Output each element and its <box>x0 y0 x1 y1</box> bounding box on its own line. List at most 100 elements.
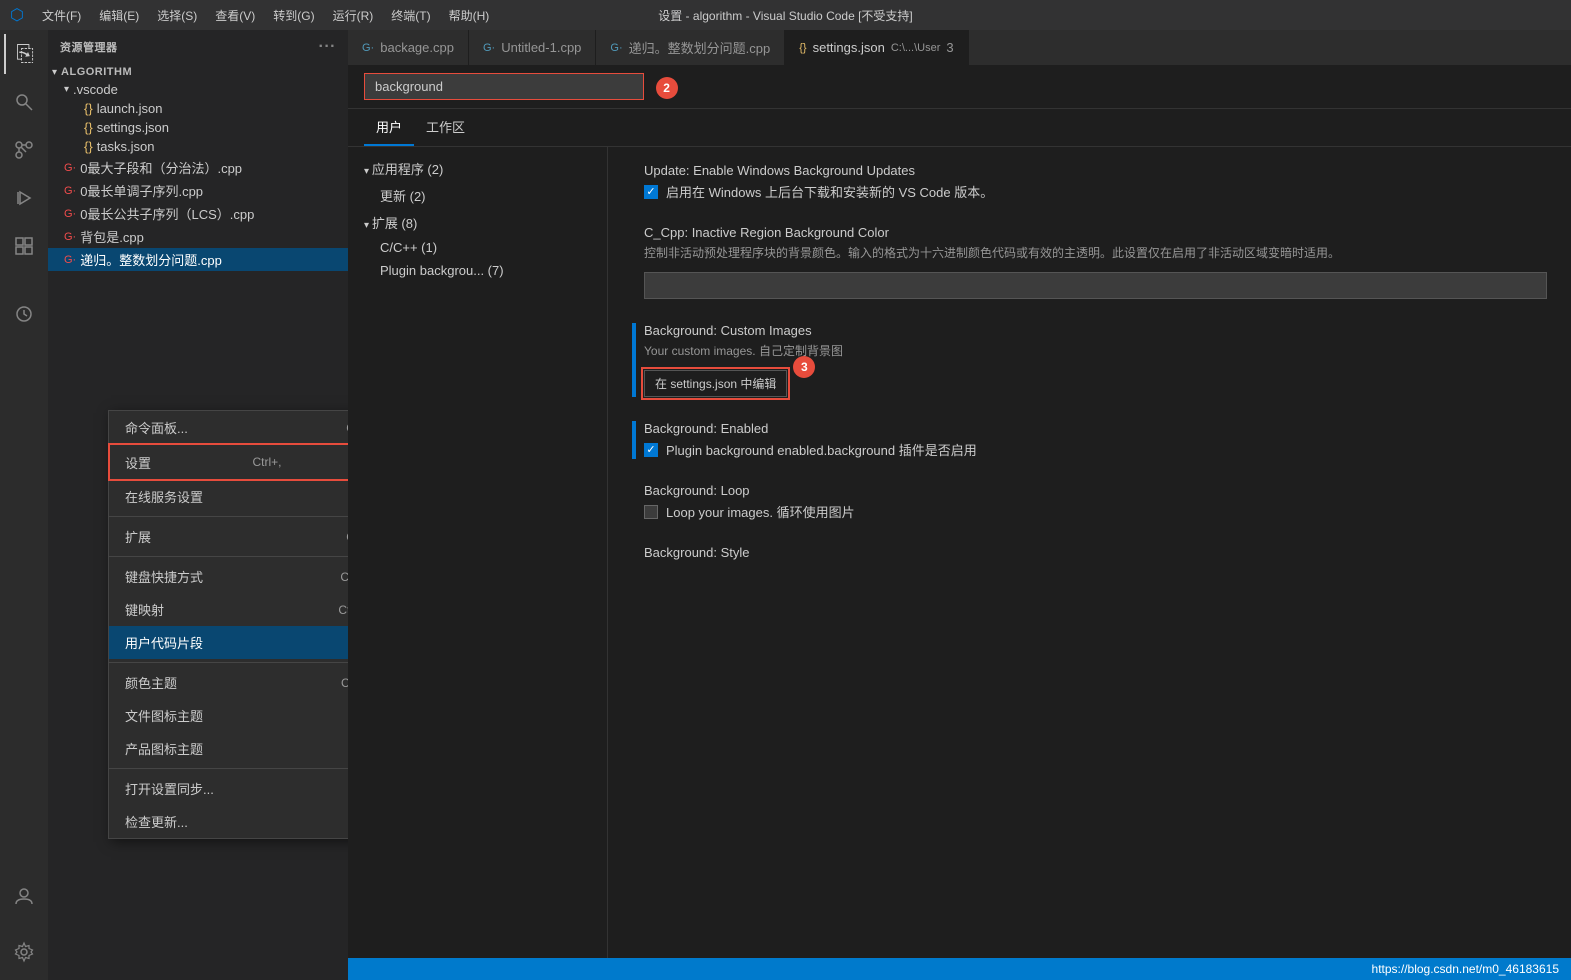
setting-bg-loop-label: Loop your images. 循环使用图片 <box>666 502 855 521</box>
settings-tree-plugin[interactable]: Plugin backgrou... (7) <box>348 259 607 282</box>
context-menu-online-services[interactable]: 在线服务设置 <box>109 480 348 513</box>
setting-update-checkbox-row: ✓ 启用在 Windows 上后台下载和安装新的 VS Code 版本。 <box>644 182 1547 201</box>
setting-update-checkbox[interactable]: ✓ <box>644 185 658 199</box>
tab-cpp-icon3: G· <box>610 42 622 54</box>
context-menu-keymap[interactable]: 键映射 Ctrl+K Ctrl+M <box>109 593 348 626</box>
context-menu-keymap-label: 键映射 <box>125 600 164 619</box>
vscode-logo: ⬡ <box>10 5 24 25</box>
context-menu-settings-shortcut: Ctrl+, <box>253 455 282 469</box>
tab-bar: G· backage.cpp G· Untitled-1.cpp G· 递归。整… <box>348 30 1571 65</box>
setting-cpp-input[interactable] <box>644 272 1547 299</box>
bottom-url: https://blog.csdn.net/m0_46183615 <box>1372 962 1559 976</box>
title-bar: ⬡ 文件(F) 编辑(E) 选择(S) 查看(V) 转到(G) 运行(R) 终端… <box>0 0 1571 30</box>
menu-terminal[interactable]: 终端(T) <box>383 3 438 28</box>
settings-tab-workspace[interactable]: 工作区 <box>414 109 477 146</box>
tab-untitled-cpp[interactable]: G· Untitled-1.cpp <box>469 30 596 65</box>
context-menu-divider1 <box>109 516 348 517</box>
activity-explorer[interactable]: ⎘ <box>4 34 44 74</box>
context-menu-color-theme[interactable]: 颜色主题 Ctrl+K Ctrl+T <box>109 666 348 699</box>
settings-tabs: 用户 工作区 <box>348 109 1571 147</box>
setting-bg-enabled: Background: Enabled ✓ Plugin background … <box>632 421 1547 459</box>
context-menu-overlay: 命令面板... Ctrl+Shift+P 设置 Ctrl+, 1 在线服务设置 … <box>48 30 348 980</box>
settings-tree-updates[interactable]: 更新 (2) <box>348 182 607 209</box>
tab-cpp-icon2: G· <box>483 42 495 54</box>
sidebar: 资源管理器 ··· ▾ ALGORITHM ▾ .vscode {} launc… <box>48 30 348 980</box>
setting-bg-loop-title: Background: Loop <box>644 483 1547 498</box>
edit-button-wrapper: 在 settings.json 中编辑 3 <box>644 366 787 397</box>
tab-settings-path: C:\...\User <box>891 42 941 54</box>
context-menu-extensions[interactable]: 扩展 Ctrl+Shift+X <box>109 520 348 553</box>
context-menu-extensions-label: 扩展 <box>125 527 151 546</box>
settings-tab-user[interactable]: 用户 <box>364 109 414 146</box>
setting-cpp-title: C_Cpp: Inactive Region Background Color <box>644 225 1547 240</box>
menu-file[interactable]: 文件(F) <box>34 3 89 28</box>
setting-cpp-desc: 控制非活动预处理程序块的背景颜色。输入的格式为十六进制颜色代码或有效的主透明。此… <box>644 244 1547 262</box>
context-menu-command-palette[interactable]: 命令面板... Ctrl+Shift+P <box>109 411 348 444</box>
tab-settings-json[interactable]: {} settings.json C:\...\User 3 <box>785 30 968 65</box>
context-menu-keyboard-label: 键盘快捷方式 <box>125 567 203 586</box>
main-layout: ⎘ <box>0 30 1571 980</box>
context-menu-settings-label: 设置 <box>125 453 151 472</box>
tab-settings-json-label: settings.json <box>813 40 885 55</box>
setting-cpp-background: C_Cpp: Inactive Region Background Color … <box>632 225 1547 299</box>
context-menu-divider4 <box>109 768 348 769</box>
context-menu-snippets[interactable]: 用户代码片段 <box>109 626 348 659</box>
context-menu-product-icon-label: 产品图标主题 <box>125 739 203 758</box>
context-menu-file-icon[interactable]: 文件图标主题 <box>109 699 348 732</box>
menu-view[interactable]: 查看(V) <box>207 3 263 28</box>
settings-main: Update: Enable Windows Background Update… <box>608 147 1571 958</box>
menu-help[interactable]: 帮助(H) <box>441 3 498 28</box>
activity-search[interactable] <box>4 82 44 122</box>
context-menu-keyboard[interactable]: 键盘快捷方式 Ctrl+K Ctrl+S <box>109 560 348 593</box>
activity-source-control[interactable] <box>4 130 44 170</box>
menu-edit[interactable]: 编辑(E) <box>91 3 147 28</box>
setting-bg-loop: Background: Loop Loop your images. 循环使用图… <box>632 483 1547 521</box>
activity-extensions[interactable] <box>4 226 44 266</box>
context-menu-divider2 <box>109 556 348 557</box>
menu-run[interactable]: 运行(R) <box>325 3 382 28</box>
settings-body: 应用程序 (2) 更新 (2) 扩展 (8) C/C++ (1) Plugin … <box>348 147 1571 958</box>
settings-tree-apps[interactable]: 应用程序 (2) <box>348 155 607 182</box>
context-menu-command-palette-shortcut: Ctrl+Shift+P <box>346 421 348 435</box>
tab-number-badge: 3 <box>946 40 953 55</box>
edit-button-badge: 3 <box>793 356 815 378</box>
menu-goto[interactable]: 转到(G) <box>265 3 322 28</box>
tab-backage-cpp-label: backage.cpp <box>380 40 454 55</box>
context-menu-product-icon[interactable]: 产品图标主题 <box>109 732 348 765</box>
tab-digui-cpp[interactable]: G· 递归。整数划分问题.cpp <box>596 30 785 65</box>
context-menu-check-update-label: 检查更新... <box>125 812 188 831</box>
context-menu-sync[interactable]: 打开设置同步... <box>109 772 348 805</box>
activity-run[interactable] <box>4 178 44 218</box>
context-menu: 命令面板... Ctrl+Shift+P 设置 Ctrl+, 1 在线服务设置 … <box>108 410 348 839</box>
setting-bg-edit-button[interactable]: 在 settings.json 中编辑 <box>644 370 787 397</box>
context-menu-file-icon-label: 文件图标主题 <box>125 706 203 725</box>
context-menu-color-theme-shortcut: Ctrl+K Ctrl+T <box>341 676 348 690</box>
tab-json-icon: {} <box>799 42 806 54</box>
editor-area: G· backage.cpp G· Untitled-1.cpp G· 递归。整… <box>348 30 1571 980</box>
activity-history[interactable] <box>4 294 44 334</box>
context-menu-extensions-shortcut: Ctrl+Shift+X <box>346 530 348 544</box>
context-menu-keymap-shortcut: Ctrl+K Ctrl+M <box>338 603 348 617</box>
setting-bg-enabled-label: Plugin background enabled.background 插件是… <box>666 440 977 459</box>
tab-backage-cpp[interactable]: G· backage.cpp <box>348 30 469 65</box>
settings-search-bar: 2 <box>348 65 1571 109</box>
context-menu-check-update[interactable]: 检查更新... <box>109 805 348 838</box>
setting-bg-enabled-row: ✓ Plugin background enabled.background 插… <box>644 440 1547 459</box>
settings-tree-cpp[interactable]: C/C++ (1) <box>348 236 607 259</box>
context-menu-color-theme-label: 颜色主题 <box>125 673 177 692</box>
settings-search-input[interactable] <box>364 73 644 100</box>
menu-select[interactable]: 选择(S) <box>149 3 205 28</box>
settings-tree-extensions[interactable]: 扩展 (8) <box>348 209 607 236</box>
activity-account[interactable] <box>4 876 44 916</box>
window-title: 设置 - algorithm - Visual Studio Code [不受支… <box>658 7 913 24</box>
context-menu-sync-label: 打开设置同步... <box>125 779 214 798</box>
setting-bg-enabled-title: Background: Enabled <box>644 421 1547 436</box>
context-menu-settings[interactable]: 设置 Ctrl+, 1 <box>109 444 348 480</box>
settings-panel: 2 用户 工作区 应用程序 (2) 更新 (2) 扩展 (8) C/C++ (1… <box>348 65 1571 958</box>
setting-update-title: Update: Enable Windows Background Update… <box>644 163 1547 178</box>
setting-bg-loop-checkbox[interactable] <box>644 505 658 519</box>
settings-tree: 应用程序 (2) 更新 (2) 扩展 (8) C/C++ (1) Plugin … <box>348 147 608 958</box>
setting-bg-enabled-checkbox[interactable]: ✓ <box>644 443 658 457</box>
activity-settings[interactable] <box>4 932 44 972</box>
tab-untitled-cpp-label: Untitled-1.cpp <box>501 40 581 55</box>
